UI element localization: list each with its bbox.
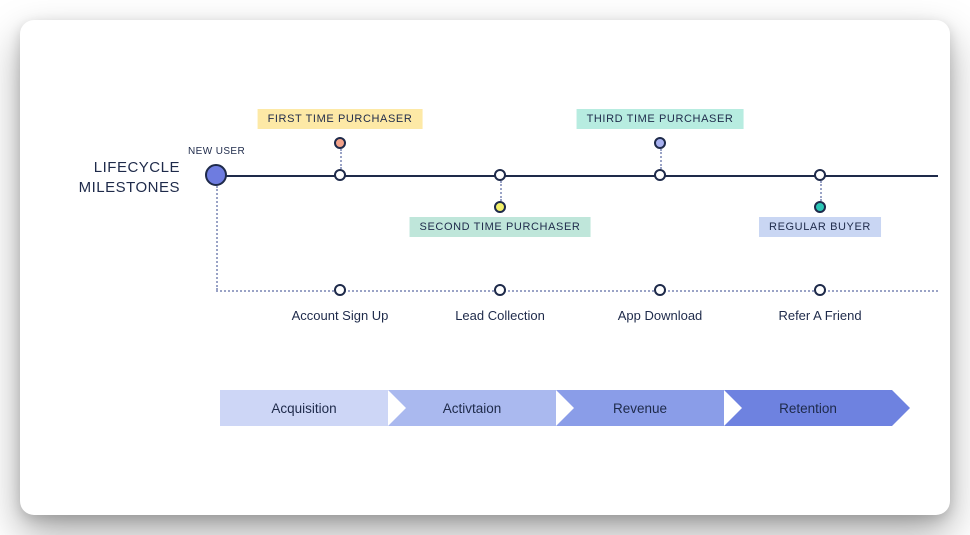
- event-node-lead: [494, 284, 506, 296]
- milestone-tag-regular: REGULAR BUYER: [759, 217, 881, 237]
- stage-revenue: Revenue: [556, 390, 742, 426]
- stage-label-retention: Retention: [724, 390, 892, 426]
- event-node-download: [654, 284, 666, 296]
- milestone-stem-first: [340, 149, 342, 169]
- stage-chevrons: AcquisitionActivtaionRevenueRetention: [220, 390, 892, 426]
- milestone-dot-first: [334, 137, 346, 149]
- stage-label-acquisition: Acquisition: [220, 390, 388, 426]
- milestone-node-third: [654, 169, 666, 181]
- start-drop: [216, 186, 218, 290]
- start-dot: [205, 164, 227, 186]
- timeline-axis: [226, 175, 938, 177]
- chevron-right-icon: [892, 390, 910, 426]
- diagram-card: LIFECYCLE MILESTONES NEW USER FIRST TIME…: [20, 20, 950, 515]
- milestone-dot-second: [494, 201, 506, 213]
- stage-acquisition: Acquisition: [220, 390, 406, 426]
- milestone-dot-regular: [814, 201, 826, 213]
- milestone-stem-regular: [820, 181, 822, 201]
- event-node-signup: [334, 284, 346, 296]
- milestone-node-first: [334, 169, 346, 181]
- event-label-download: App Download: [618, 308, 703, 323]
- start-label: NEW USER: [188, 146, 245, 157]
- stage-activation: Activtaion: [388, 390, 574, 426]
- event-node-refer: [814, 284, 826, 296]
- milestone-tag-second: SECOND TIME PURCHASER: [410, 217, 591, 237]
- diagram-stage: LIFECYCLE MILESTONES NEW USER FIRST TIME…: [20, 20, 950, 515]
- stage-label-revenue: Revenue: [556, 390, 724, 426]
- stage-label-activation: Activtaion: [388, 390, 556, 426]
- bottom-track: [216, 290, 938, 292]
- milestone-stem-second: [500, 181, 502, 201]
- stage-retention: Retention: [724, 390, 910, 426]
- milestone-dot-third: [654, 137, 666, 149]
- diagram-title: LIFECYCLE MILESTONES: [60, 158, 180, 197]
- milestone-stem-third: [660, 149, 662, 169]
- title-line-2: MILESTONES: [79, 179, 180, 196]
- event-label-lead: Lead Collection: [455, 308, 545, 323]
- event-label-signup: Account Sign Up: [292, 308, 389, 323]
- milestone-node-second: [494, 169, 506, 181]
- milestone-tag-first: FIRST TIME PURCHASER: [258, 109, 423, 129]
- event-label-refer: Refer A Friend: [778, 308, 861, 323]
- milestone-node-regular: [814, 169, 826, 181]
- milestone-tag-third: THIRD TIME PURCHASER: [577, 109, 744, 129]
- title-line-1: LIFECYCLE: [94, 159, 180, 176]
